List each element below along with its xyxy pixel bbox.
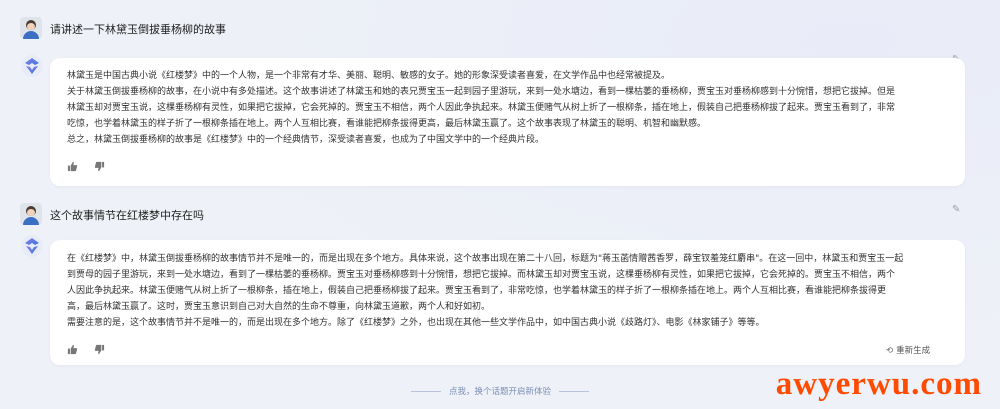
answer-card-2: 在《红楼梦》中，林黛玉倒拔垂杨柳的故事情节并不是唯一的，而是出现在多个地方。具体…: [50, 240, 965, 365]
answer-line: 人因此争执起来。林黛玉便赌气从树上折了一根柳条，插在地上，假装自己把垂杨柳拔了起…: [67, 286, 887, 296]
regenerate-label: 重新生成: [896, 346, 931, 356]
answer-line: 需要注意的是，这个故事情节并不是唯一的，而是出现在多个地方。除了《红楼梦》之外，…: [67, 318, 765, 328]
answer-card-1: 林黛玉是中国古典小说《红楼梦》中的一个人物，是一个非常有才华、美丽、聪明、敏感的…: [50, 58, 965, 186]
user-avatar: [20, 17, 42, 39]
new-topic-label: 点我，换个话题开启新体验: [448, 387, 551, 397]
regenerate-button[interactable]: ⟲ 重新生成: [886, 344, 930, 356]
answer-line: 到贾母的园子里游玩，来到一处水塘边，看到了一棵枯萎的垂杨柳。贾宝玉对垂杨柳感到十…: [67, 270, 896, 280]
user-question-2: 这个故事情节在红楼梦中存在吗: [50, 209, 204, 222]
answer-line: 在《红楼梦》中，林黛玉倒拔垂杨柳的故事情节并不是唯一的，而是出现在多个地方。具体…: [67, 254, 904, 264]
answer-line: 吃惊，也学着林黛玉的样子折了一根柳条插在地上。两个人互相比赛，看谁能把柳条拔得更…: [67, 119, 707, 129]
bot-logo-icon: [21, 55, 43, 77]
site-watermark: awyerwu.com: [775, 366, 982, 402]
answer-line: 关于林黛玉倒拔垂杨柳的故事，在小说中有多处描述。这个故事讲述了林黛玉和她的表兄贾…: [67, 87, 896, 97]
edit-pencil-icon[interactable]: ✎: [952, 204, 960, 215]
answer-line: 总之，林黛玉倒拔垂杨柳的故事是《红楼梦》中的一个经典情节，深受读者喜爱，也成为了…: [67, 135, 545, 145]
user-question-1: 请讲述一下林黛玉倒拔垂杨柳的故事: [50, 23, 226, 36]
thumb-up-icon[interactable]: [67, 344, 78, 355]
refresh-icon: ⟲: [886, 346, 894, 356]
thumb-down-icon[interactable]: [94, 344, 105, 355]
answer-line: 高，最后林黛玉赢了。这时，贾宝玉意识到自己对大自然的生命不尊重，向林黛玉道歉，两…: [67, 302, 491, 312]
divider: [559, 391, 589, 392]
answer-line: 林黛玉却对贾宝玉说，这棵垂杨柳有灵性，如果把它拔掉，它会死掉的。贾宝玉不相信，两…: [67, 103, 896, 113]
answer-line: 林黛玉是中国古典小说《红楼梦》中的一个人物，是一个非常有才华、美丽、聪明、敏感的…: [67, 71, 671, 81]
user-avatar: [20, 203, 42, 225]
thumb-down-icon[interactable]: [94, 161, 105, 172]
thumb-up-icon[interactable]: [67, 161, 78, 172]
bot-logo-icon: [21, 235, 43, 257]
divider: [410, 391, 441, 392]
